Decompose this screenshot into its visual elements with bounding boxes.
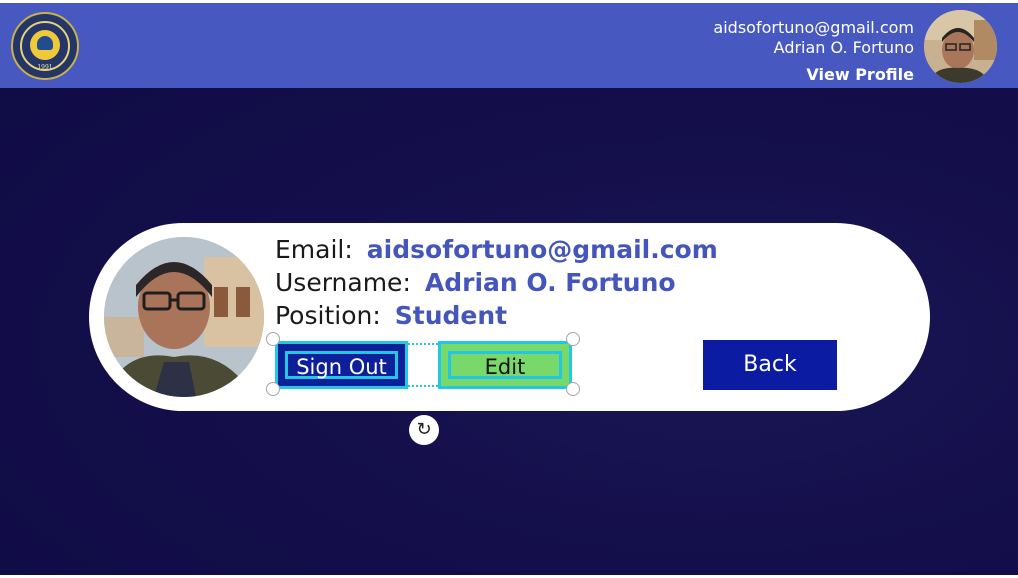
header-email: aidsofortuno@gmail.com xyxy=(713,18,914,37)
college-logo: 1991 xyxy=(11,12,79,80)
profile-photo-image xyxy=(104,237,264,397)
profile-card: Email: aidsofortuno@gmail.com Username: Ad… xyxy=(89,223,930,411)
sign-out-button[interactable]: Sign Out xyxy=(275,341,408,389)
edit-label: Edit xyxy=(448,351,562,379)
slide-canvas: 1991 aidsofortuno@gmail.com Adrian O. Fo… xyxy=(0,3,1018,575)
profile-photo xyxy=(104,237,264,397)
logo-year: 1991 xyxy=(37,64,53,71)
email-value: aidsofortuno@gmail.com xyxy=(366,235,718,264)
username-label: Username: xyxy=(275,268,411,297)
selection-line-bottom xyxy=(408,385,438,387)
position-row: Position: Student xyxy=(275,301,507,330)
resize-handle-top-left[interactable] xyxy=(266,332,280,346)
resize-handle-top-right[interactable] xyxy=(566,332,580,346)
position-value: Student xyxy=(394,301,508,330)
header-avatar-photo xyxy=(924,10,997,83)
username-value: Adrian O. Fortuno xyxy=(424,268,676,297)
header-avatar[interactable] xyxy=(924,10,997,83)
position-label: Position: xyxy=(275,301,381,330)
edit-button[interactable]: Edit xyxy=(438,341,572,389)
selection-line-top xyxy=(408,343,438,345)
view-profile-link[interactable]: View Profile xyxy=(806,65,914,84)
back-button[interactable]: Back xyxy=(703,340,837,390)
resize-handle-bottom-left[interactable] xyxy=(266,382,280,396)
email-label: Email: xyxy=(275,235,353,264)
resize-handle-bottom-right[interactable] xyxy=(566,382,580,396)
header-name: Adrian O. Fortuno xyxy=(773,38,914,57)
rotate-icon[interactable]: ↻ xyxy=(409,415,439,445)
sign-out-label: Sign Out xyxy=(285,351,398,379)
email-row: Email: aidsofortuno@gmail.com xyxy=(275,235,718,264)
top-header: 1991 aidsofortuno@gmail.com Adrian O. Fo… xyxy=(0,3,1018,88)
logo-shield xyxy=(37,36,53,50)
username-row: Username: Adrian O. Fortuno xyxy=(275,268,676,297)
